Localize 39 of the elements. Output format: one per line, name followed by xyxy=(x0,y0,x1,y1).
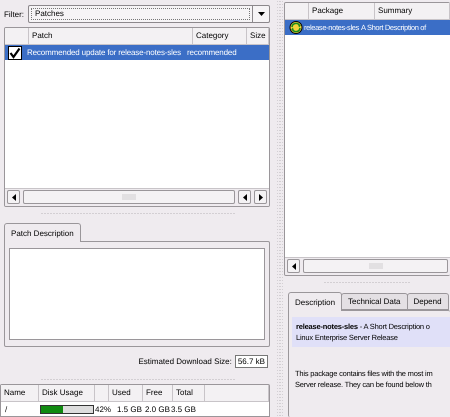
description-area[interactable] xyxy=(9,248,265,340)
column-header[interactable]: Disk Usage xyxy=(39,385,95,401)
patch-row[interactable]: Recommended update for release-notes-sles recommended xyxy=(5,45,269,60)
caret-icon xyxy=(258,12,264,16)
scroll-left-button[interactable] xyxy=(287,259,300,273)
table-cell-text: 42% xyxy=(94,404,112,414)
splitter-handle[interactable] xyxy=(277,0,283,417)
column-header[interactable]: Total xyxy=(173,385,205,401)
filter-label: Filter: xyxy=(4,10,24,18)
filter-dropdown[interactable]: Patches xyxy=(28,5,270,23)
column-header[interactable]: Free xyxy=(143,385,173,401)
column-header[interactable]: Summary xyxy=(375,3,450,19)
scroll-right-button[interactable] xyxy=(254,190,267,204)
tab[interactable]: Depend xyxy=(406,293,449,310)
column-header[interactable]: Size xyxy=(247,28,269,44)
tab[interactable]: Technical Data xyxy=(341,293,408,310)
right-arrow-icon xyxy=(258,194,262,201)
download-size-value: 56.7 kB xyxy=(234,355,268,368)
column-header[interactable]: Category xyxy=(193,28,247,44)
table-cell: 3.5 GB xyxy=(171,404,196,414)
column-header[interactable]: Patch xyxy=(29,28,193,44)
column-header[interactable]: Used xyxy=(109,385,143,401)
tab[interactable]: Description xyxy=(288,292,342,311)
usage-bar xyxy=(40,404,94,414)
column-header[interactable]: Name xyxy=(1,385,39,401)
scroll-left-button[interactable] xyxy=(238,190,251,204)
scroll-left-button[interactable] xyxy=(7,190,20,204)
table-cell-text: 1.5 GB xyxy=(117,404,143,414)
column-header[interactable]: Package xyxy=(309,3,375,19)
table-cell-text: / xyxy=(4,404,8,414)
left-arrow-icon xyxy=(292,262,296,270)
tab[interactable]: Patch Description xyxy=(4,223,81,242)
update-arrows-icon xyxy=(289,21,303,34)
left-arrow-icon xyxy=(242,194,246,201)
table-cell: 2.0 GB xyxy=(145,404,171,414)
checkbox[interactable] xyxy=(8,46,22,60)
left-arrow-icon xyxy=(12,194,16,201)
grip-icon xyxy=(368,263,382,269)
download-size-label: Estimated Download Size: xyxy=(138,357,232,366)
